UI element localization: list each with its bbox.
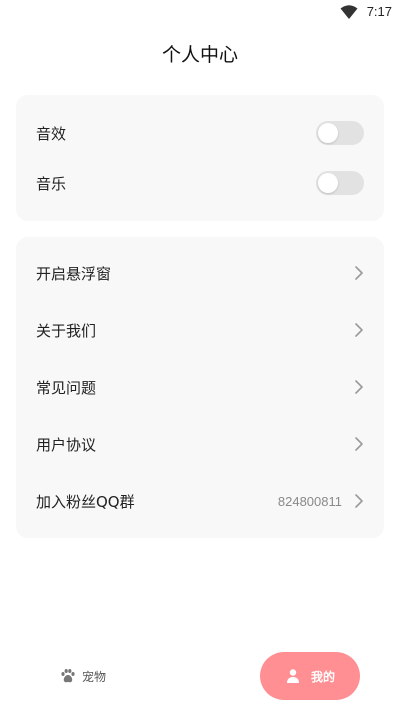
music-toggle[interactable] xyxy=(316,171,364,195)
settings-card: 音效 音乐 xyxy=(16,95,384,221)
chevron-right-icon xyxy=(354,493,364,509)
chevron-right-icon xyxy=(354,265,364,281)
menu-item-label: 用户协议 xyxy=(36,435,97,454)
settings-label-sound-effect: 音效 xyxy=(36,124,67,143)
menu-item-label: 常见问题 xyxy=(36,378,97,397)
menu-item-faq[interactable]: 常见问题 xyxy=(36,375,364,399)
menu-item-join-qq-group[interactable]: 加入粉丝QQ群 824800811 xyxy=(36,489,364,513)
status-bar: 7:17 xyxy=(0,0,400,24)
chevron-right-icon xyxy=(354,379,364,395)
settings-row-music: 音乐 xyxy=(36,171,364,195)
menu-item-floating-window[interactable]: 开启悬浮窗 xyxy=(36,261,364,285)
toggle-knob xyxy=(318,123,338,143)
settings-row-sound-effect: 音效 xyxy=(36,121,364,145)
qq-group-number: 824800811 xyxy=(277,493,342,509)
tab-pet[interactable]: 宠物 xyxy=(60,664,106,688)
toggle-knob xyxy=(318,173,338,193)
tab-mine-label: 我的 xyxy=(310,669,335,684)
tab-pet-label: 宠物 xyxy=(82,669,107,684)
menu-item-label: 关于我们 xyxy=(36,321,97,340)
menu-item-label: 开启悬浮窗 xyxy=(36,264,112,283)
menu-card: 开启悬浮窗 关于我们 常见问题 用户协议 加入粉丝QQ群 824800811 xyxy=(16,237,384,538)
menu-item-label: 加入粉丝QQ群 xyxy=(36,492,135,511)
settings-label-music: 音乐 xyxy=(36,174,67,193)
tab-mine[interactable]: 我的 xyxy=(260,652,360,700)
page-title: 个人中心 xyxy=(161,44,238,66)
menu-item-user-agreement[interactable]: 用户协议 xyxy=(36,432,364,456)
chevron-right-icon xyxy=(354,436,364,452)
user-icon xyxy=(285,668,301,684)
paw-icon xyxy=(60,668,76,684)
sound-effect-toggle[interactable] xyxy=(316,121,364,145)
tab-bar: 宠物 我的 xyxy=(0,650,400,704)
chevron-right-icon xyxy=(354,322,364,338)
wifi-icon xyxy=(340,4,358,20)
menu-item-about-us[interactable]: 关于我们 xyxy=(36,318,364,342)
status-time: 7:17 xyxy=(366,4,392,19)
